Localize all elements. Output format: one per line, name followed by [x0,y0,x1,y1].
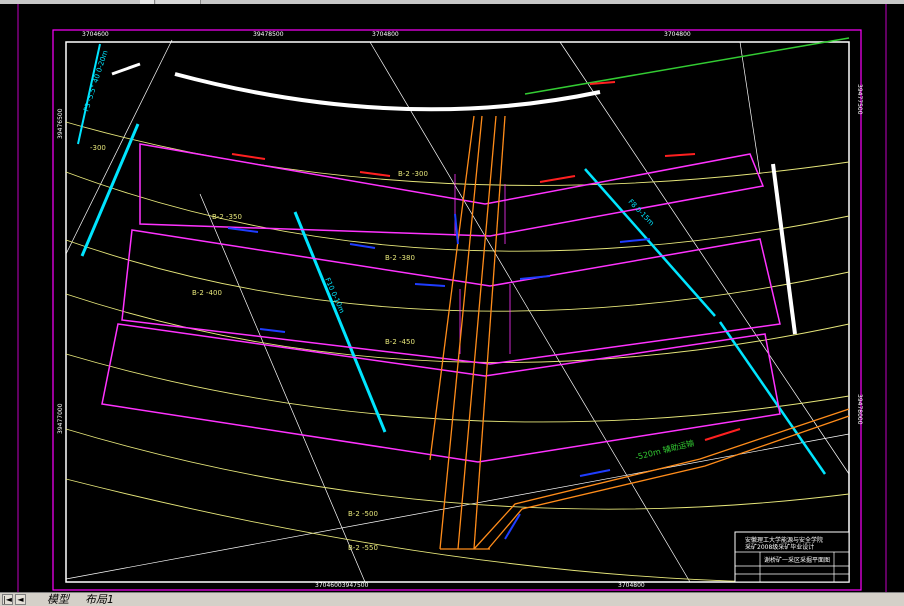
green-line [524,37,850,95]
nav-prev-button[interactable]: ◄ [15,594,26,605]
level-label: B-2 -450 [385,338,415,346]
coord-right-2: 39478000 [856,394,863,425]
coord-top-4: 3704800 [664,31,691,38]
coord-top-1: 3704600 [82,31,109,38]
fault-label: F8 0-15m [627,198,656,228]
mining-panels [101,143,781,463]
coord-right-1: 39477500 [856,84,863,115]
coord-left-2: 39477000 [57,403,64,434]
fault-labels: F3 -5.5° 40 0-20m F10 0-10m F8 0-15m [82,49,655,314]
coord-top-3: 3704800 [372,31,399,38]
title-org-2: 采矿2008级采矿毕业设计 [745,543,814,551]
level-label: B-2 -550 [348,544,378,552]
roadway-label: -520m 辅助运输 [634,438,695,462]
level-label: B-2 -500 [348,510,378,518]
title-drawing-name: 谢桥矿一采区采掘平面图 [764,556,830,564]
level-label: B-2 -350 [212,213,242,221]
level-label: B-2 -400 [192,289,222,297]
nav-first-button[interactable]: |◄ [2,594,13,605]
layout-tab-bar: |◄ ◄ 模型 布局1 [0,592,904,606]
title-org-1: 安徽理工大学能源与安全学院 [745,536,823,544]
drawing-canvas[interactable]: 3704600 39478500 3704800 3704800 3704600… [0,4,904,592]
tab-model[interactable]: 模型 [44,593,72,606]
level-label: B-2 -300 [398,170,428,178]
drawing-frame [65,41,850,583]
level-label: B-2 -380 [385,254,415,262]
coord-bottom-2: 3704800 [618,582,645,589]
title-block: 安徽理工大学能源与安全学院 采矿2008级采矿毕业设计 谢桥矿一采区采掘平面图 [734,531,850,583]
coord-left-1: 39476500 [57,108,64,139]
coord-top-2: 39478500 [253,31,284,38]
viewport-border [52,29,862,591]
roadways [429,115,850,550]
tab-layout-1[interactable]: 布局1 [82,593,117,606]
level-label: -300 [90,144,106,152]
coord-bottom-1: 37046003947500 [315,582,369,589]
boundary-mark [111,62,141,76]
ventilation-arrows [227,81,741,540]
